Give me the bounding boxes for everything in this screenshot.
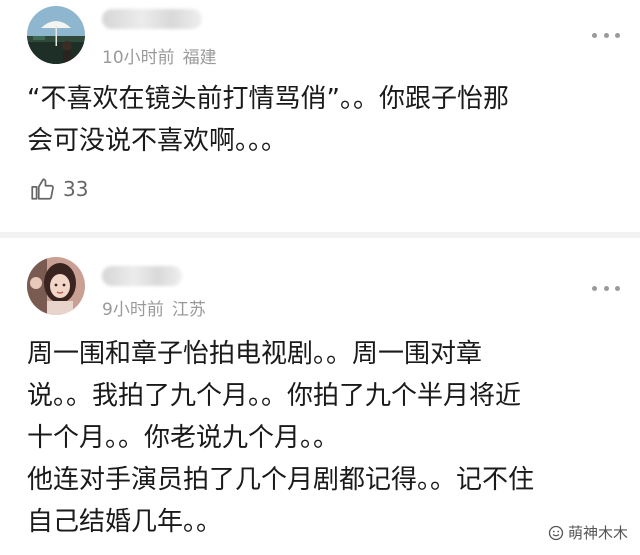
dot-icon — [603, 32, 609, 38]
dot-icon — [615, 285, 620, 291]
like-button[interactable]: 33 — [29, 176, 88, 202]
comment-meta: 9小时前 江苏 — [102, 295, 206, 320]
dot-icon — [592, 32, 597, 38]
thumbs-up-icon — [31, 178, 54, 200]
dot-icon — [615, 32, 620, 38]
more-options-button[interactable] — [592, 284, 620, 292]
dot-icon — [603, 285, 609, 291]
beach-umbrella-avatar-icon — [27, 6, 85, 64]
smile-icon — [548, 525, 564, 540]
girl-portrait-avatar-icon — [27, 257, 85, 315]
like-count: 33 — [63, 177, 89, 201]
comment-text: 周一围和章子怡拍电视剧。。周一围对章 说。。我拍了九个月。。你拍了九个半月将近 … — [27, 333, 627, 543]
comment-line: “不喜欢在镜头前打情骂俏”。。你跟子怡那 — [27, 84, 509, 114]
comment-line: 周一围和章子怡拍电视剧。。周一围对章 — [27, 339, 483, 369]
comment-location: 福建 — [182, 48, 217, 68]
more-options-button[interactable] — [592, 31, 620, 39]
comment-line: 会可没说不喜欢啊。。。 — [27, 126, 288, 156]
watermark-text: 萌神木木 — [567, 524, 628, 542]
user-avatar[interactable] — [27, 257, 85, 315]
comment-line: 十个月。。你老说九个月。。 — [27, 423, 340, 453]
comment-item: 10小时前 福建 “不喜欢在镜头前打情骂俏”。。你跟子怡那 会可没说不喜欢啊。。。… — [0, 0, 640, 232]
comment-line: 自己结婚几年。。 — [27, 507, 223, 537]
comment-text: “不喜欢在镜头前打情骂俏”。。你跟子怡那 会可没说不喜欢啊。。。 — [27, 78, 627, 162]
comment-time: 10小时前 — [102, 48, 175, 68]
username-blurred[interactable] — [102, 9, 202, 29]
comment-location: 江苏 — [171, 300, 206, 320]
comment-meta: 10小时前 福建 — [102, 43, 217, 68]
user-avatar[interactable] — [27, 6, 85, 64]
dot-icon — [592, 285, 597, 291]
watermark: 萌神木木 — [545, 522, 630, 543]
username-blurred[interactable] — [102, 266, 182, 286]
comment-line: 说。。我拍了九个月。。你拍了九个半月将近 — [27, 381, 522, 411]
comment-time: 9小时前 — [102, 300, 164, 320]
comment-line: 他连对手演员拍了几个月剧都记得。。记不住 — [27, 465, 535, 495]
